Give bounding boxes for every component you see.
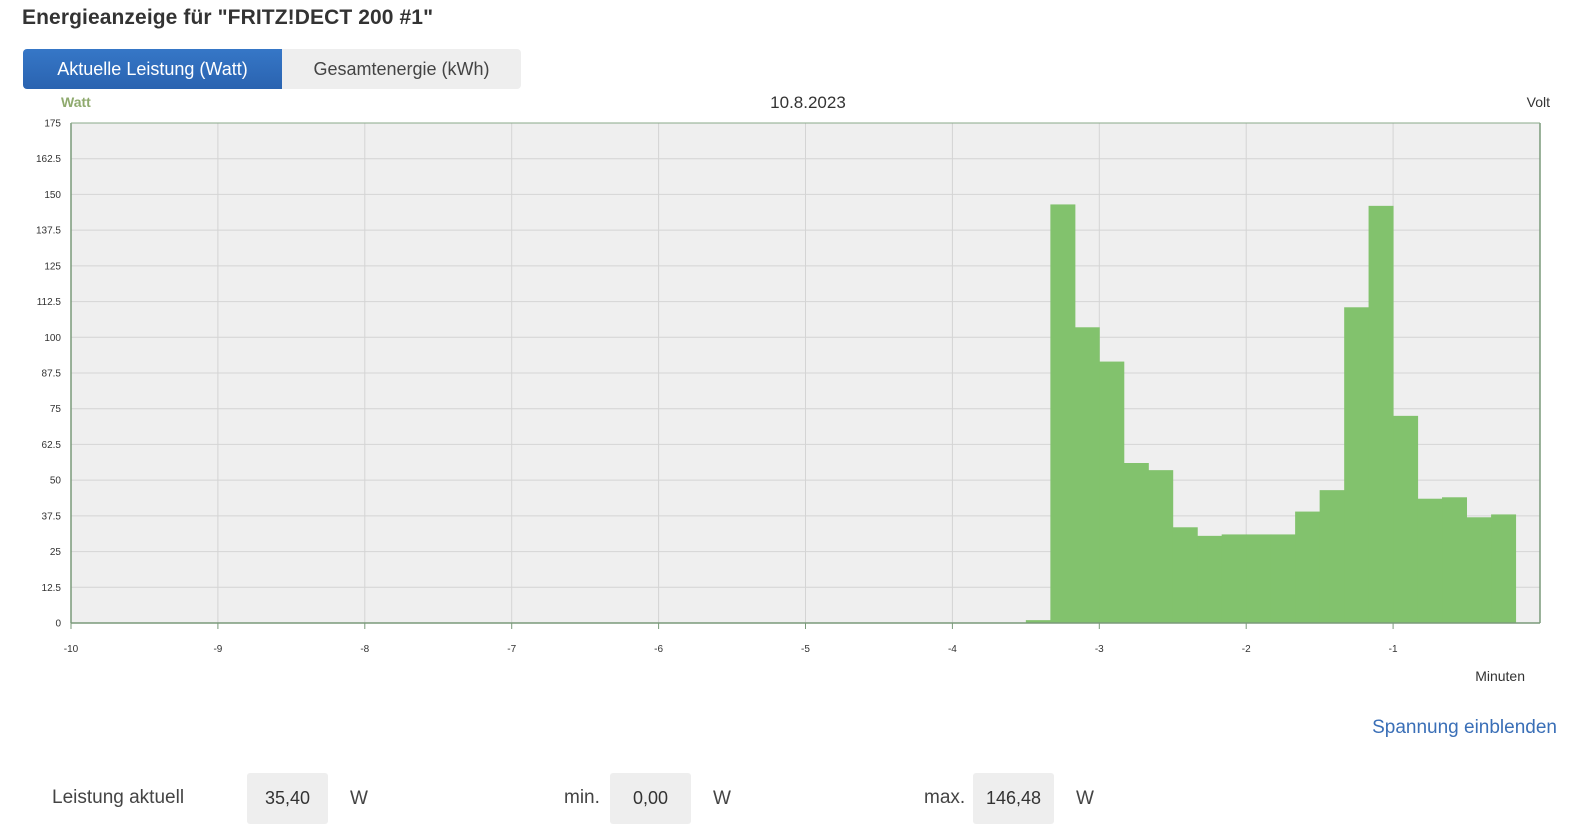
y-tick-label: 125 xyxy=(44,261,61,272)
y-tick-label: 150 xyxy=(44,190,61,201)
min-power-value: 0,00 xyxy=(610,773,691,824)
x-tick-label: -3 xyxy=(1095,644,1104,655)
min-power-label: min. xyxy=(564,787,600,808)
max-power-label: max. xyxy=(924,787,966,808)
show-voltage-link[interactable]: Spannung einblenden xyxy=(1372,717,1557,739)
power-chart-svg: 0 12.5 25 37.5 50 62.5 75 87.5 100 112.5 125 137.5 1… xyxy=(36,93,1550,684)
tab-total-energy[interactable]: Gesamtenergie (kWh) xyxy=(282,49,521,89)
bar xyxy=(1148,470,1174,623)
bar xyxy=(1221,534,1247,623)
bar xyxy=(1123,463,1149,623)
power-chart: 0 12.5 25 37.5 50 62.5 75 87.5 100 112.5 125 137.5 1… xyxy=(0,90,1577,690)
y-tick-label: 75 xyxy=(50,404,62,415)
bar xyxy=(1368,205,1394,623)
current-power-label: Leistung aktuell xyxy=(52,787,185,808)
y-tick-label: 162.5 xyxy=(36,154,61,165)
x-tick-label: -5 xyxy=(801,644,810,655)
min-power-unit: W xyxy=(713,788,731,809)
max-power-unit: W xyxy=(1076,788,1094,809)
x-tick-label: -7 xyxy=(507,644,516,655)
page-title: Energieanzeige für "FRITZ!DECT 200 #1" xyxy=(22,6,434,29)
y-tick-label: 25 xyxy=(50,547,62,558)
bar xyxy=(1417,498,1443,623)
bar xyxy=(1295,511,1321,623)
bar xyxy=(1197,535,1223,623)
x-tick-label: -2 xyxy=(1242,644,1251,655)
x-tick-label: -4 xyxy=(948,644,957,655)
current-power-unit: W xyxy=(350,788,368,809)
tab-current-power[interactable]: Aktuelle Leistung (Watt) xyxy=(23,49,282,89)
y-tick-label: 12.5 xyxy=(42,583,62,594)
bar xyxy=(1099,361,1125,623)
y-tick-label: 50 xyxy=(50,476,62,487)
x-axis-title: Minuten xyxy=(1475,668,1525,684)
bar xyxy=(1172,527,1198,623)
bar xyxy=(1393,415,1419,623)
bar xyxy=(1074,327,1100,623)
y-tick-label: 87.5 xyxy=(42,369,62,380)
bar xyxy=(1344,307,1370,623)
y-tick-label: 112.5 xyxy=(37,297,62,308)
bar xyxy=(1491,514,1517,623)
y-tick-label: 37.5 xyxy=(42,511,62,522)
bar xyxy=(1270,534,1296,623)
bar xyxy=(1466,517,1492,623)
y2-axis-title: Volt xyxy=(1527,94,1550,110)
y-axis-title: Watt xyxy=(61,94,91,110)
chart-title: 10.8.2023 xyxy=(770,93,846,112)
x-tick-label: -9 xyxy=(213,644,222,655)
y-tick-label: 62.5 xyxy=(42,440,62,451)
bar xyxy=(1319,490,1345,623)
power-stats: Leistung aktuell 35,40 W min. 0,00 W max… xyxy=(0,773,1577,825)
x-tick-label: -8 xyxy=(360,644,369,655)
bar xyxy=(1050,204,1076,623)
y-tick-label: 137.5 xyxy=(36,226,61,237)
x-tick-label: -10 xyxy=(64,644,79,655)
bar xyxy=(1246,534,1272,623)
bar xyxy=(1442,497,1468,623)
y-tick-label: 0 xyxy=(55,619,61,630)
y-tick-label: 100 xyxy=(44,333,61,344)
max-power-value: 146,48 xyxy=(973,773,1054,824)
y-tick-label: 175 xyxy=(44,119,61,130)
x-tick-label: -1 xyxy=(1389,644,1398,655)
current-power-value: 35,40 xyxy=(247,773,328,824)
tab-bar: Aktuelle Leistung (Watt) Gesamtenergie (… xyxy=(23,49,521,89)
x-tick-label: -6 xyxy=(654,644,663,655)
